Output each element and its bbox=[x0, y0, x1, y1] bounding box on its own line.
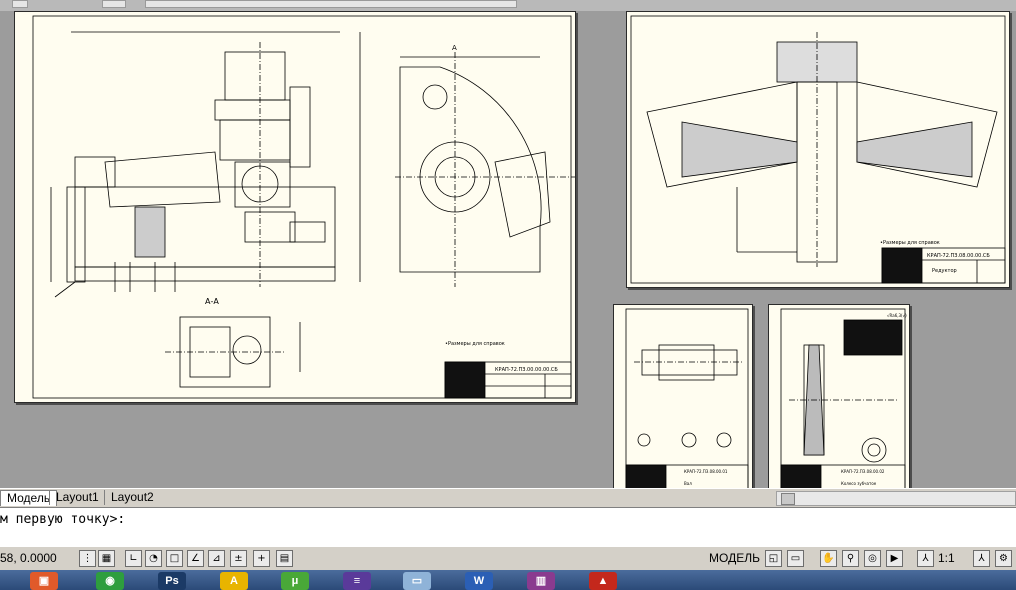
gear-wheel-drawing: √Ra6,3(√) КРАП-72.ПЗ.08.00.02 Колесо зуб… bbox=[780, 308, 907, 497]
showmotion-icon[interactable]: ▶ bbox=[886, 550, 903, 567]
sheet-gear-wheel[interactable]: √Ra6,3(√) КРАП-72.ПЗ.08.00.02 Колесо зуб… bbox=[768, 304, 910, 501]
word-icon[interactable]: W bbox=[465, 572, 493, 590]
layout-tabs-bar: Модель Layout1 Layout2 bbox=[0, 488, 1016, 507]
tab-layout1[interactable]: Layout1 bbox=[49, 490, 105, 505]
command-line[interactable]: м первую точку>: bbox=[0, 507, 1016, 547]
polar-tracking-icon[interactable]: ◔ bbox=[145, 550, 162, 567]
reducer-drawing: •Размеры для справок КРАП-72.ПЗ.08.00.00… bbox=[630, 15, 1006, 284]
quick-view-icon[interactable]: ▭ bbox=[787, 550, 804, 567]
gear-tb-name: Колесо зубчатое bbox=[841, 481, 877, 486]
archive-icon[interactable]: ▥ bbox=[527, 572, 555, 590]
steering-wheel-icon[interactable]: ◎ bbox=[864, 550, 881, 567]
coordinates-readout: 58, 0.0000 bbox=[0, 551, 57, 565]
windows-taskbar: ▣ ◉ Ps A μ ≡ ▭ W ▥ ▲ bbox=[0, 570, 1016, 590]
acrobat-icon[interactable]: ▲ bbox=[589, 572, 617, 590]
model-space-label[interactable]: МОДЕЛЬ bbox=[709, 551, 760, 565]
reducer-tb-code: КРАП-72.ПЗ.08.00.00.СБ bbox=[927, 253, 990, 259]
lineweight-icon[interactable]: + bbox=[253, 550, 270, 567]
assembly-drawing: А А-А •Размеры для справок КРАП-72.ПЗ.00… bbox=[32, 15, 575, 399]
files-icon[interactable]: ▭ bbox=[403, 572, 431, 590]
sheet-reducer[interactable]: •Размеры для справок КРАП-72.ПЗ.08.00.00… bbox=[626, 11, 1010, 288]
roughness-mark: √Ra6,3(√) bbox=[887, 313, 907, 318]
object-snap-icon[interactable]: □ bbox=[166, 550, 183, 567]
section-label: А-А bbox=[205, 297, 219, 306]
zoom-icon[interactable]: ⚲ bbox=[842, 550, 859, 567]
ortho-mode-icon[interactable]: ∟ bbox=[125, 550, 142, 567]
title-block-code: КРАП-72.ПЗ.00.00.00.СБ bbox=[495, 367, 558, 373]
view-label-a: А bbox=[452, 44, 457, 52]
grid-display-icon[interactable]: ▦ bbox=[98, 550, 115, 567]
autocad-icon[interactable]: A bbox=[220, 572, 248, 590]
snap-mode-icon[interactable]: ⋮ bbox=[79, 550, 96, 567]
scrollbar-thumb[interactable] bbox=[781, 493, 795, 505]
tab-layout2[interactable]: Layout2 bbox=[104, 490, 160, 505]
quick-properties-icon[interactable]: ▤ bbox=[276, 550, 293, 567]
object-snap-tracking-icon[interactable]: ∠ bbox=[187, 550, 204, 567]
sheet-shaft[interactable]: КРАП-72.ПЗ.08.00.01 Вал bbox=[613, 304, 753, 501]
toolbar-control[interactable] bbox=[12, 0, 28, 8]
dynamic-ucs-icon[interactable]: ⊿ bbox=[208, 550, 225, 567]
status-bar: 58, 0.0000 ⋮ ▦ ∟ ◔ □ ∠ ⊿ ± + ▤ МОДЕЛЬ ◱ … bbox=[0, 546, 1016, 570]
explorer-icon[interactable]: ▣ bbox=[30, 572, 58, 590]
toolbar-control[interactable] bbox=[102, 0, 126, 8]
dynamic-input-icon[interactable]: ± bbox=[230, 550, 247, 567]
horizontal-scrollbar[interactable] bbox=[776, 491, 1016, 506]
reducer-note: •Размеры для справок bbox=[880, 240, 940, 246]
photoshop-icon[interactable]: Ps bbox=[158, 572, 186, 590]
pan-icon[interactable]: ✋ bbox=[820, 550, 837, 567]
command-prompt[interactable]: м первую точку>: bbox=[0, 512, 133, 527]
visual-studio-icon[interactable]: ≡ bbox=[343, 572, 371, 590]
annotation-icon[interactable]: ⅄ bbox=[917, 550, 934, 567]
top-toolbar-strip bbox=[0, 0, 1016, 11]
chrome-icon[interactable]: ◉ bbox=[96, 572, 124, 590]
annotation-scale[interactable]: 1:1 bbox=[938, 551, 955, 565]
layout-view-icon[interactable]: ◱ bbox=[765, 550, 782, 567]
shaft-drawing: КРАП-72.ПЗ.08.00.01 Вал bbox=[625, 308, 749, 497]
toolbar-field[interactable] bbox=[145, 0, 517, 8]
reducer-tb-name: Редуктор bbox=[932, 268, 957, 274]
drawing-note: •Размеры для справок bbox=[445, 341, 505, 347]
workspace-icon[interactable]: ⚙ bbox=[995, 550, 1012, 567]
utorrent-icon[interactable]: μ bbox=[281, 572, 309, 590]
sheet-main-assembly[interactable]: А А-А •Размеры для справок КРАП-72.ПЗ.00… bbox=[14, 11, 576, 403]
shaft-tb-name: Вал bbox=[684, 481, 692, 486]
annotation-visibility-icon[interactable]: ⅄ bbox=[973, 550, 990, 567]
gear-tb-code: КРАП-72.ПЗ.08.00.02 bbox=[841, 469, 885, 474]
shaft-tb-code: КРАП-72.ПЗ.08.00.01 bbox=[684, 469, 728, 474]
drawing-workspace[interactable]: А А-А •Размеры для справок КРАП-72.ПЗ.00… bbox=[0, 11, 1016, 501]
